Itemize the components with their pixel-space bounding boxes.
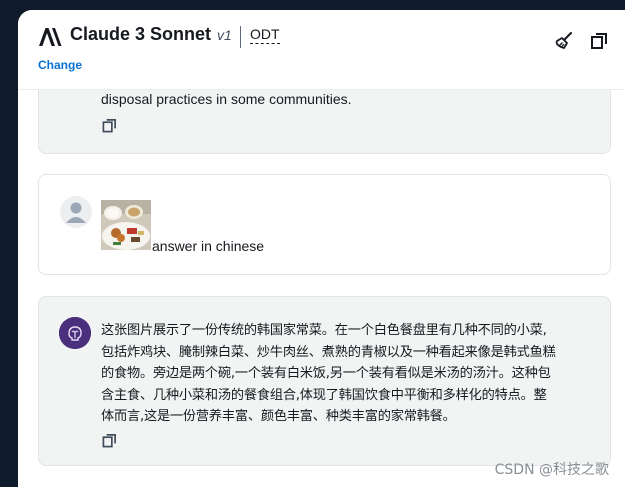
model-name: Claude 3 Sonnet <box>70 24 212 44</box>
assistant-message-line: 包括炸鸡块、腌制辣白菜、炒牛肉丝、煮熟的青椒以及一种看起来像是韩式鱼糕 <box>101 344 556 360</box>
assistant-message-line: 的食物。旁边是两个碗,一个装有白米饭,另一个装有看似是米汤的汤汁。这种包 <box>101 366 551 381</box>
assistant-message-text: 这张图片展示了一份传统的韩国家常菜。在一个白色餐盘里有几种不同的小菜, 包括炸鸡… <box>101 320 595 428</box>
assistant-message-text: disposal practices in some communities. <box>101 91 352 107</box>
assistant-message-line: 这张图片展示了一份传统的韩国家常菜。在一个白色餐盘里有几种不同的小菜, <box>101 323 547 338</box>
copy-icon[interactable] <box>590 32 608 50</box>
user-message-text: answer in chinese <box>152 238 265 254</box>
clear-broom-icon[interactable] <box>555 32 573 50</box>
user-avatar-icon <box>60 196 92 228</box>
watermark: CSDN @科技之歌 <box>494 462 609 478</box>
assistant-message: 这张图片展示了一份传统的韩国家常菜。在一个白色餐盘里有几种不同的小菜, 包括炸鸡… <box>38 296 611 466</box>
model-version: v1 <box>217 27 232 43</box>
model-tag[interactable]: ODT <box>250 26 280 44</box>
change-model-link[interactable]: Change <box>38 58 82 72</box>
header-divider <box>240 26 241 48</box>
copy-icon[interactable] <box>102 118 117 133</box>
chat-panel: disposal practices in some communities. <box>18 10 625 487</box>
user-message: answer in chinese <box>38 174 611 275</box>
copy-icon[interactable] <box>102 433 117 448</box>
assistant-avatar-icon <box>59 317 91 349</box>
assistant-message-line: 体而言,这是一份营养丰富、颜色丰富、种类丰富的家常韩餐。 <box>101 409 456 424</box>
food-photo-thumbnail[interactable] <box>101 200 151 250</box>
model-header: Claude 3 Sonnet v1 ODT Change <box>18 10 625 90</box>
anthropic-logo-icon <box>39 28 62 46</box>
assistant-message-line: 含主食、几种小菜和汤的餐食组合,体现了韩国饮食中平衡和多样化的特点。整 <box>101 387 547 403</box>
